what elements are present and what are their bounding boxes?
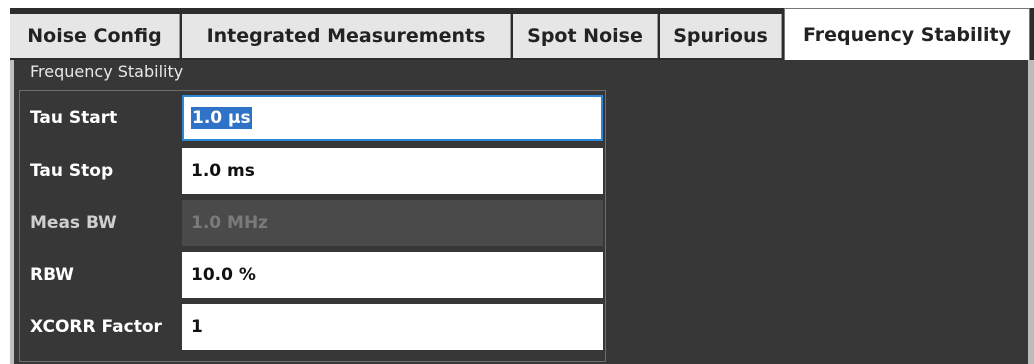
meas-bw-input: 1.0 MHz [182,200,603,246]
group-title: Frequency Stability [30,62,184,81]
tab-integrated-measurements[interactable]: Integrated Measurements [182,14,511,58]
xcorr-factor-input[interactable]: 1 [182,304,603,350]
tab-spurious[interactable]: Spurious [660,14,782,58]
rbw-input[interactable]: 10.0 % [182,252,603,298]
meas-bw-label: Meas BW [30,213,117,233]
frequency-stability-panel: Frequency Stability Tau Start 1.0 µs Tau… [10,60,1034,364]
vertical-scrollbar[interactable] [1028,60,1034,364]
panel-edge [10,60,14,364]
tab-noise-config[interactable]: Noise Config [10,14,180,58]
tau-stop-input[interactable]: 1.0 ms [182,148,603,194]
tau-stop-label: Tau Stop [30,161,114,181]
frequency-stability-group: Tau Start 1.0 µs Tau Stop 1.0 ms Meas BW… [19,90,606,362]
rbw-label: RBW [30,265,74,285]
tau-start-input[interactable]: 1.0 µs [182,95,603,141]
tau-start-label: Tau Start [30,108,118,128]
xcorr-factor-row: XCORR Factor 1 [20,301,605,353]
tab-spot-noise[interactable]: Spot Noise [513,14,658,58]
tab-bar: Noise Config Integrated Measurements Spo… [10,8,1034,60]
tau-start-value: 1.0 µs [191,107,252,129]
tab-frequency-stability[interactable]: Frequency Stability [784,8,1030,60]
rbw-row: RBW 10.0 % [20,249,605,301]
meas-bw-row: Meas BW 1.0 MHz [20,197,605,249]
tau-start-row: Tau Start 1.0 µs [20,92,605,144]
xcorr-factor-label: XCORR Factor [30,317,162,337]
dialog-window: Noise Config Integrated Measurements Spo… [10,8,1034,364]
tau-stop-row: Tau Stop 1.0 ms [20,145,605,197]
